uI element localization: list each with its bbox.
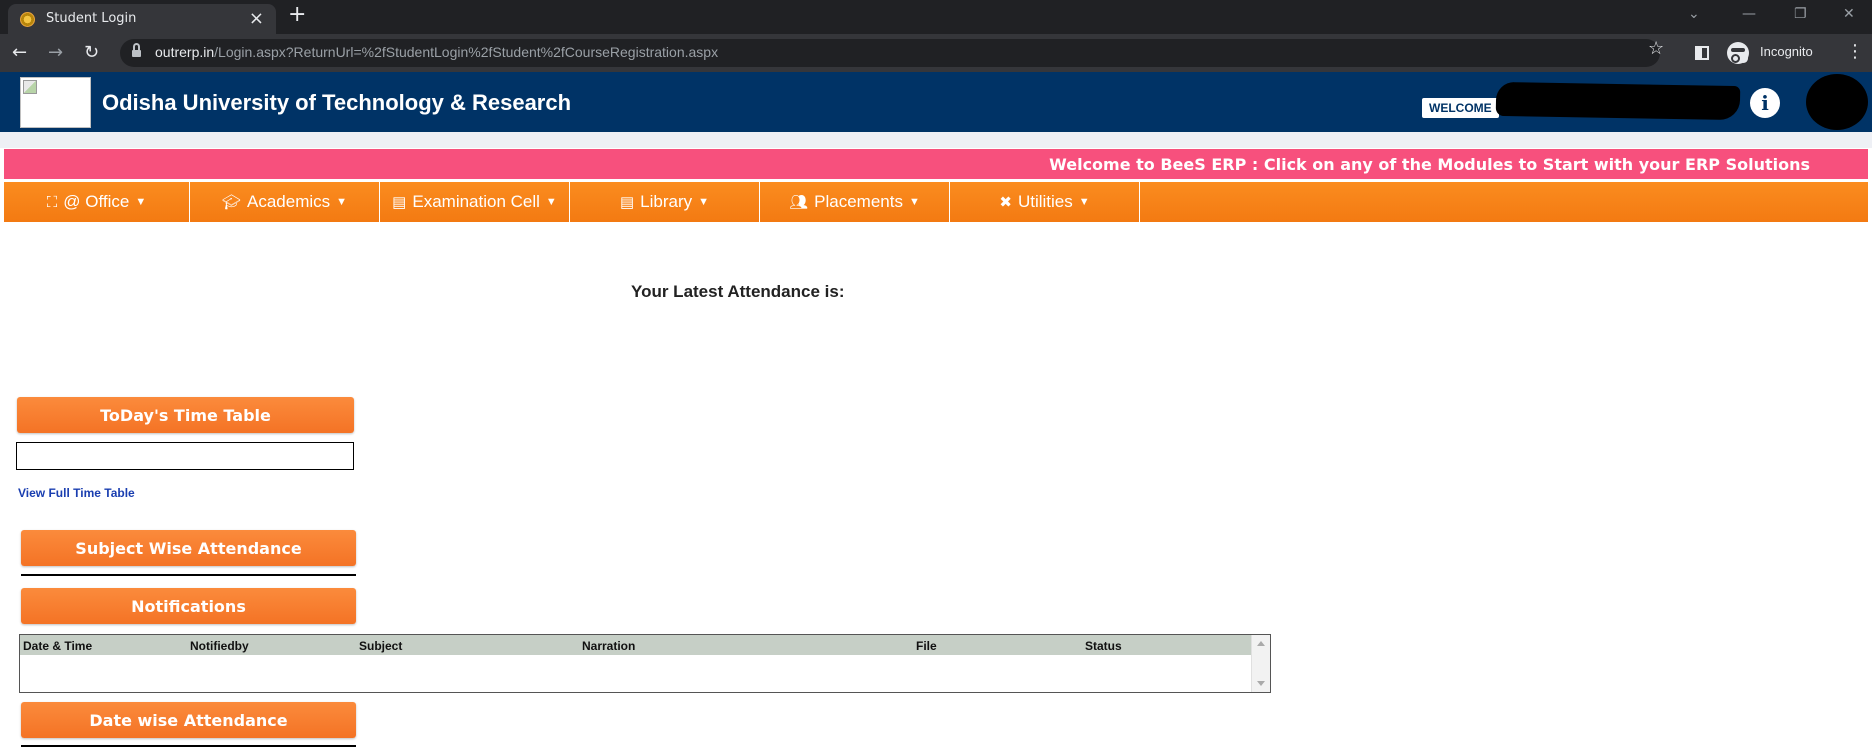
restore-icon[interactable]: ❐ xyxy=(1794,6,1807,22)
url-text[interactable]: outrerp.in/Login.aspx?ReturnUrl=%2fStude… xyxy=(155,44,718,60)
browser-tab-bar: Student Login × + ⌄ — ❐ ✕ xyxy=(0,0,1872,34)
tab-close-icon[interactable]: × xyxy=(249,8,264,29)
column-header: Status xyxy=(1085,639,1122,653)
chevron-down-icon: ▼ xyxy=(545,196,557,208)
scroll-down-icon[interactable] xyxy=(1257,681,1265,686)
main-nav: ⛶ @ Office ▼ 🎓︎ Academics ▼ ▤ Examinatio… xyxy=(4,182,1868,222)
column-header: File xyxy=(916,639,937,653)
chevron-down-icon: ▼ xyxy=(698,196,710,208)
timetable-content-box xyxy=(16,442,354,470)
tools-icon: ✖ xyxy=(999,194,1012,211)
users-icon: 👥︎ xyxy=(789,194,809,211)
nav-item-library[interactable]: ▤ Library ▼ xyxy=(570,182,760,222)
minimize-icon[interactable]: — xyxy=(1742,6,1756,22)
close-window-icon[interactable]: ✕ xyxy=(1843,6,1855,22)
view-full-timetable-link[interactable]: View Full Time Table xyxy=(18,486,135,500)
clipboard-icon: ▤ xyxy=(392,194,407,211)
header-divider-strip xyxy=(0,132,1872,148)
chevron-down-icon: ▼ xyxy=(908,196,920,208)
date-wise-attendance-panel[interactable]: Date wise Attendance xyxy=(21,702,356,738)
chevron-down-icon: ▼ xyxy=(1078,196,1090,208)
university-logo xyxy=(20,77,91,128)
welcome-marquee: Welcome to BeeS ERP : Click on any of th… xyxy=(4,149,1868,179)
notifications-table-header: Date & Time Notifiedby Subject Narration… xyxy=(20,635,1251,655)
incognito-label[interactable]: Incognito xyxy=(1760,44,1813,59)
column-header: Notifiedby xyxy=(190,639,249,653)
nav-item-academics[interactable]: 🎓︎ Academics ▼ xyxy=(190,182,380,222)
subject-wise-attendance-panel[interactable]: Subject Wise Attendance xyxy=(21,530,356,566)
clipboard-icon: ▤ xyxy=(619,194,635,211)
notifications-panel[interactable]: Notifications xyxy=(21,588,356,624)
redacted-avatar[interactable] xyxy=(1806,74,1868,130)
nav-item-office[interactable]: ⛶ @ Office ▼ xyxy=(4,182,190,222)
nav-item-label: Library xyxy=(640,192,693,211)
forward-icon[interactable]: → xyxy=(48,42,63,63)
notifications-table: Date & Time Notifiedby Subject Narration… xyxy=(19,634,1271,693)
welcome-badge: WELCOME xyxy=(1422,98,1499,118)
nav-item-examination-cell[interactable]: ▤ Examination Cell ▼ xyxy=(380,182,570,222)
column-header: Narration xyxy=(582,639,636,653)
browser-toolbar: ← → ↻ outrerp.in/Login.aspx?ReturnUrl=%2… xyxy=(0,34,1872,72)
address-bar[interactable]: outrerp.in/Login.aspx?ReturnUrl=%2fStude… xyxy=(120,39,1660,67)
bookmark-star-icon[interactable]: ☆ xyxy=(1648,38,1664,59)
redacted-username xyxy=(1495,81,1741,121)
latest-attendance-heading: Your Latest Attendance is: xyxy=(631,282,845,301)
new-tab-icon[interactable]: + xyxy=(288,2,306,27)
nav-item-label: Utilities xyxy=(1017,192,1073,211)
info-icon[interactable]: i xyxy=(1750,88,1780,118)
nav-item-label: Academics xyxy=(247,192,331,211)
sitemap-icon: ⛶ xyxy=(46,193,58,211)
nav-item-label: Examination Cell xyxy=(412,192,540,211)
nav-item-utilities[interactable]: ✖ Utilities ▼ xyxy=(950,182,1140,222)
chevron-down-icon: ▼ xyxy=(135,196,147,208)
nav-item-placements[interactable]: 👥︎ Placements ▼ xyxy=(760,182,950,222)
browser-tab[interactable]: Student Login × xyxy=(8,4,276,34)
site-header: Odisha University of Technology & Resear… xyxy=(0,72,1872,132)
tab-title: Student Login xyxy=(46,11,137,26)
todays-timetable-panel[interactable]: ToDay's Time Table xyxy=(17,397,354,433)
side-panel-icon[interactable] xyxy=(1695,46,1709,60)
column-header: Subject xyxy=(359,639,403,653)
scrollbar[interactable] xyxy=(1251,635,1270,692)
nav-item-label: Placements xyxy=(814,192,903,211)
section-divider xyxy=(21,574,356,576)
marquee-text: Welcome to BeeS ERP : Click on any of th… xyxy=(1049,155,1810,174)
graduation-cap-icon: 🎓︎ xyxy=(221,194,241,211)
site-favicon-icon xyxy=(20,12,35,27)
back-icon[interactable]: ← xyxy=(12,42,27,63)
chevron-down-icon: ▼ xyxy=(336,196,348,208)
nav-item-label: @ Office xyxy=(63,192,130,211)
column-header: Date & Time xyxy=(23,639,93,653)
reload-icon[interactable]: ↻ xyxy=(84,42,99,63)
scroll-up-icon[interactable] xyxy=(1257,641,1265,646)
tab-search-icon[interactable]: ⌄ xyxy=(1688,6,1700,22)
incognito-icon[interactable] xyxy=(1727,42,1749,64)
browser-menu-icon[interactable]: ⋮ xyxy=(1846,41,1864,62)
site-title: Odisha University of Technology & Resear… xyxy=(102,90,572,115)
lock-icon[interactable] xyxy=(132,43,141,58)
